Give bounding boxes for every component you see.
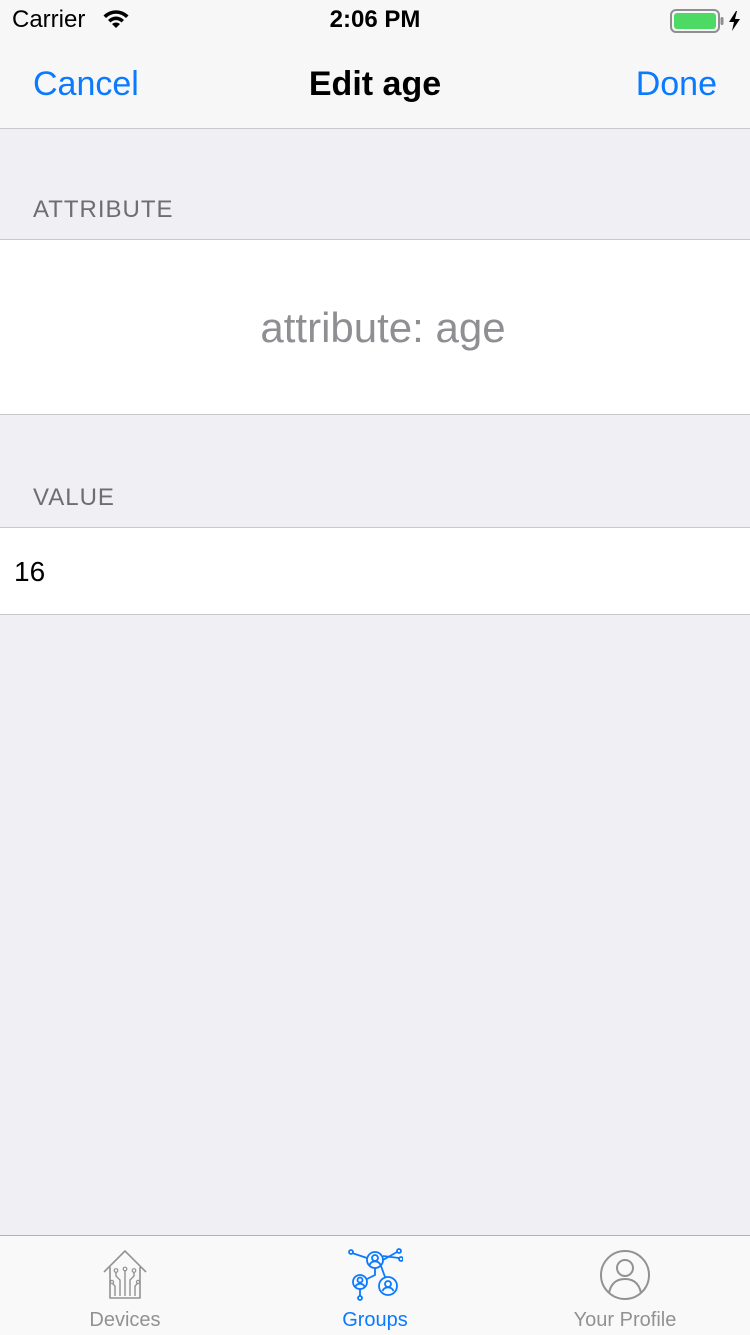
tab-devices-label: Devices [89,1309,161,1331]
status-time: 2:06 PM [329,6,421,33]
value-section-header: VALUE [33,484,115,511]
people-network-icon [250,1248,500,1309]
house-circuit-icon [0,1248,250,1307]
navigation-bar: Edit age Cancel Done [0,40,750,129]
tab-your-profile[interactable]: Your Profile [500,1236,750,1335]
attribute-label: attribute: age [260,304,506,351]
person-circle-icon [500,1248,750,1307]
attribute-cell: attribute: age [0,239,750,415]
attribute-section-header: ATTRIBUTE [33,196,174,223]
battery-icon [670,8,742,39]
cancel-button[interactable]: Cancel [33,64,139,104]
value-cell [0,527,750,615]
tab-groups[interactable]: Groups [250,1236,500,1335]
done-button[interactable]: Done [636,64,717,104]
value-field[interactable] [14,552,714,592]
tab-devices[interactable]: Devices [0,1236,250,1335]
tab-bar: Devices Groups Your Profile [0,1235,750,1335]
tab-your-profile-label: Your Profile [573,1309,677,1331]
tab-groups-label: Groups [342,1309,408,1331]
status-bar: Carrier 2:06 PM [0,0,750,40]
